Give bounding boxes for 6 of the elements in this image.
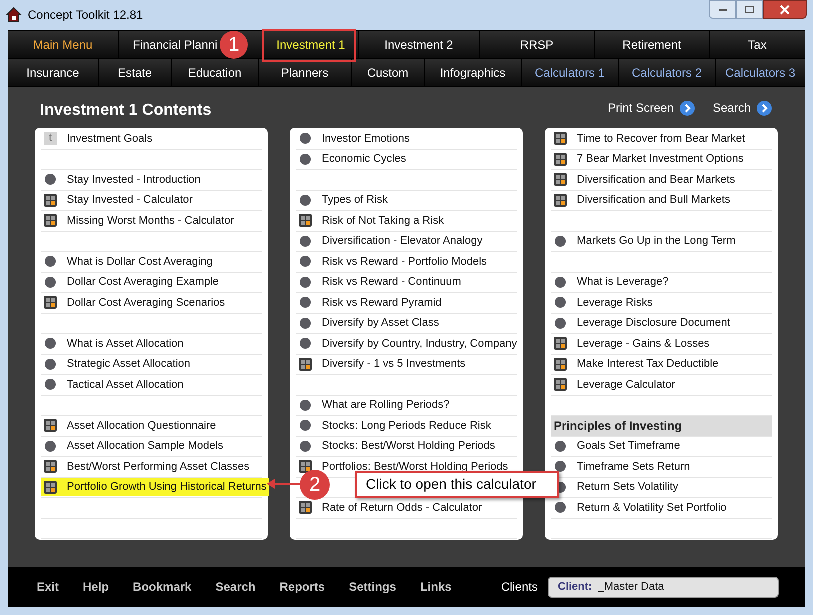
page-heading: Investment 1 Contents bbox=[39, 101, 212, 121]
text-icon: t bbox=[44, 132, 57, 146]
clients-label: Clients bbox=[501, 579, 538, 596]
window-title: Concept Toolkit 12.81 bbox=[28, 7, 144, 24]
section-header: Principles of Investing bbox=[554, 418, 682, 435]
callout-text: Click to open this calculator bbox=[366, 475, 536, 494]
